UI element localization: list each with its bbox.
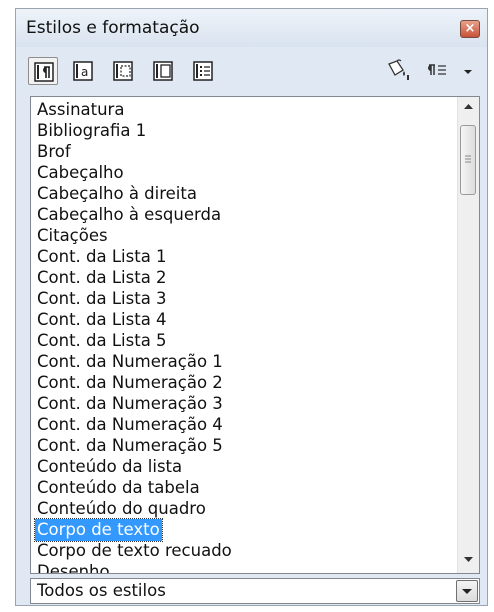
panel-title: Estilos e formatação [26,18,200,38]
scroll-up-arrow-icon[interactable] [458,97,479,117]
dropdown-button[interactable] [456,580,478,602]
frame-styles-button[interactable] [108,57,138,85]
list-item[interactable]: Cont. da Numeração 2 [37,372,223,394]
list-styles-icon [193,61,213,81]
chevron-down-icon [462,589,472,594]
grip-icon [465,155,471,163]
list-item[interactable]: Cont. da Lista 1 [37,246,167,268]
paragraph-styles-button[interactable] [28,57,58,85]
list-item[interactable]: Cabeçalho à esquerda [37,204,221,226]
styles-list-items: Assinatura Bibliografia 1 Brof Cabeçalho… [31,97,459,573]
list-item[interactable]: Citações [37,225,108,247]
style-family-toolbar: a [28,54,480,90]
character-styles-icon: a [73,61,93,81]
list-item[interactable]: Cabeçalho à direita [37,183,197,205]
list-styles-button[interactable] [188,57,218,85]
list-item[interactable]: Cont. da Lista 4 [37,309,167,331]
list-item[interactable]: Cont. da Numeração 1 [37,351,223,373]
scroll-down-arrow-icon[interactable] [458,549,479,569]
close-button[interactable]: × [460,20,480,38]
close-icon: × [464,21,476,36]
page-styles-button[interactable] [148,57,178,85]
list-item-selected[interactable]: Corpo de texto [34,518,163,542]
list-item[interactable]: Cont. da Numeração 3 [37,393,223,415]
list-item[interactable]: Cabeçalho [37,162,124,184]
styles-list[interactable]: Assinatura Bibliografia 1 Brof Cabeçalho… [30,96,480,574]
list-item[interactable]: Conteúdo da tabela [37,477,200,499]
list-item[interactable]: Cont. da Numeração 5 [37,435,223,457]
list-item[interactable]: Cont. da Lista 3 [37,288,167,310]
title-bar[interactable]: Estilos e formatação × [16,9,487,47]
styles-formatting-panel: Estilos e formatação × a Assinatura Bibl… [15,8,488,606]
list-item[interactable]: Conteúdo do quadro [37,498,206,520]
list-item[interactable]: Assinatura [37,99,124,121]
fill-format-mode-icon[interactable] [383,58,413,84]
style-filter-dropdown[interactable]: Todos os estilos [30,578,480,604]
list-item[interactable]: Cont. da Lista 2 [37,267,167,289]
dropdown-arrow-icon[interactable] [460,58,476,84]
character-styles-button[interactable]: a [68,57,98,85]
list-item[interactable]: Cont. da Lista 5 [37,330,167,352]
list-item[interactable]: Corpo de texto recuado [37,540,232,562]
new-style-from-selection-icon[interactable] [424,58,450,84]
scrollbar-thumb[interactable] [460,125,476,195]
list-item[interactable]: Desenho [37,561,110,573]
svg-text:a: a [81,65,88,79]
list-item[interactable]: Brof [37,141,71,163]
list-item[interactable]: Bibliografia 1 [37,120,146,142]
list-item[interactable]: Cont. da Numeração 4 [37,414,223,436]
list-item[interactable]: Conteúdo da lista [37,456,182,478]
vertical-scrollbar[interactable] [457,97,479,573]
frame-styles-icon [113,61,133,81]
style-filter-value: Todos os estilos [37,581,166,600]
paragraph-styles-icon [34,62,54,82]
page-styles-icon [153,61,173,81]
